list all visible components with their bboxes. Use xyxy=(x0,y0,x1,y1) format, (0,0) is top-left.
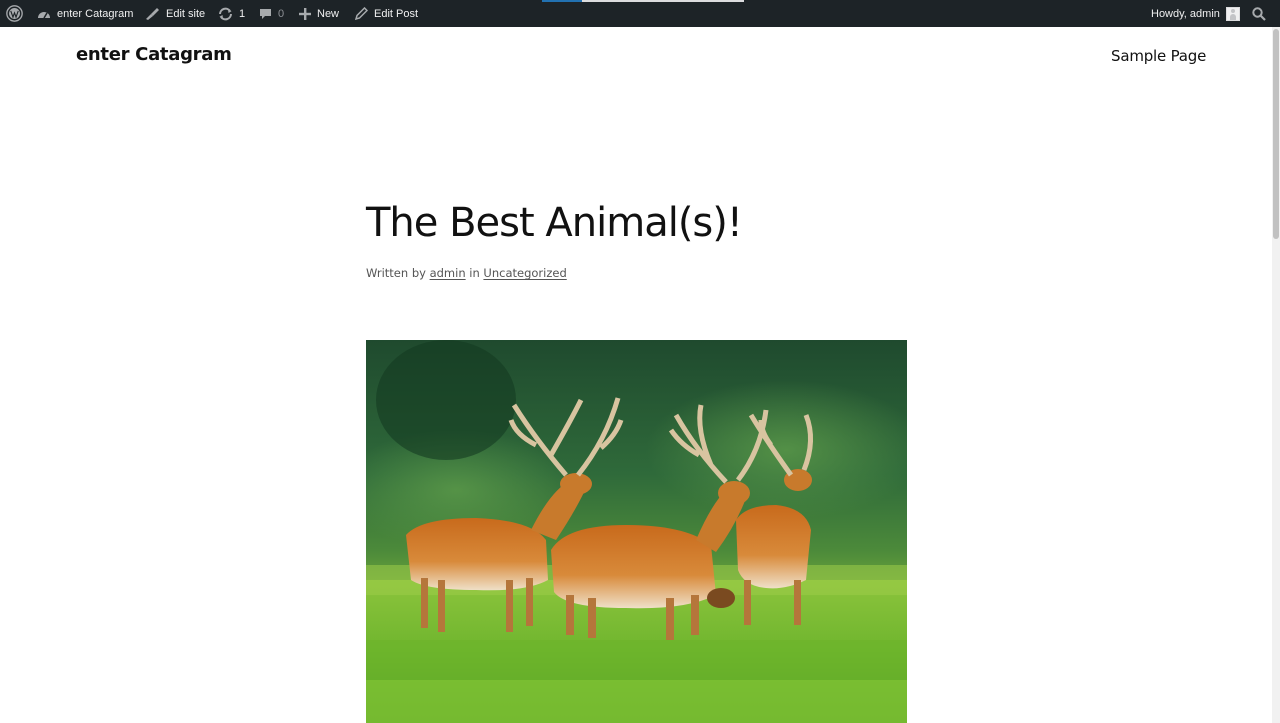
edit-site-menu[interactable]: Edit site xyxy=(145,0,205,27)
featured-image xyxy=(366,340,907,723)
loading-bar xyxy=(542,0,582,2)
edit-post-menu[interactable]: Edit Post xyxy=(355,0,418,27)
page-scrollbar[interactable] xyxy=(1272,27,1280,723)
wordpress-menu[interactable] xyxy=(6,0,23,27)
nav-item-sample-page[interactable]: Sample Page xyxy=(1111,47,1206,65)
howdy-label: Howdy, admin xyxy=(1151,7,1220,20)
pencil-icon xyxy=(355,7,368,20)
comments-count: 0 xyxy=(278,7,285,20)
comments-menu[interactable]: 0 xyxy=(259,0,284,27)
avatar-icon xyxy=(1225,6,1240,21)
site-title[interactable]: enter Catagram xyxy=(76,44,232,65)
updates-count: 1 xyxy=(239,7,246,20)
loading-bar-track xyxy=(582,0,744,2)
my-account-menu[interactable]: Howdy, admin xyxy=(1151,0,1240,27)
admin-bar: enter Catagram Edit site 1 0 New Edit Po… xyxy=(0,0,1280,27)
new-content-menu[interactable]: New xyxy=(299,0,339,27)
edit-site-label: Edit site xyxy=(166,7,206,20)
category-link[interactable]: Uncategorized xyxy=(483,266,566,280)
updates-icon xyxy=(219,7,232,20)
post-title: The Best Animal(s)! xyxy=(366,200,743,246)
scrollbar-thumb[interactable] xyxy=(1273,29,1279,239)
deer-herd-image xyxy=(366,340,907,723)
updates-menu[interactable]: 1 xyxy=(218,0,245,27)
brush-icon xyxy=(146,8,159,20)
meta-in: in xyxy=(469,266,480,280)
plus-icon xyxy=(299,7,311,20)
wordpress-logo-icon xyxy=(6,5,23,22)
search-icon xyxy=(1252,6,1266,21)
comment-icon xyxy=(260,8,271,19)
site-name-label: enter Catagram xyxy=(57,7,134,20)
edit-post-label: Edit Post xyxy=(374,7,419,20)
admin-search[interactable] xyxy=(1252,0,1266,27)
site-name-menu[interactable]: enter Catagram xyxy=(37,0,133,27)
post-meta: Written by admin in Uncategorized xyxy=(366,266,567,280)
author-link[interactable]: admin xyxy=(430,266,466,280)
meta-written-by: Written by xyxy=(366,266,426,280)
new-label: New xyxy=(317,7,340,20)
dashboard-icon xyxy=(38,11,50,18)
